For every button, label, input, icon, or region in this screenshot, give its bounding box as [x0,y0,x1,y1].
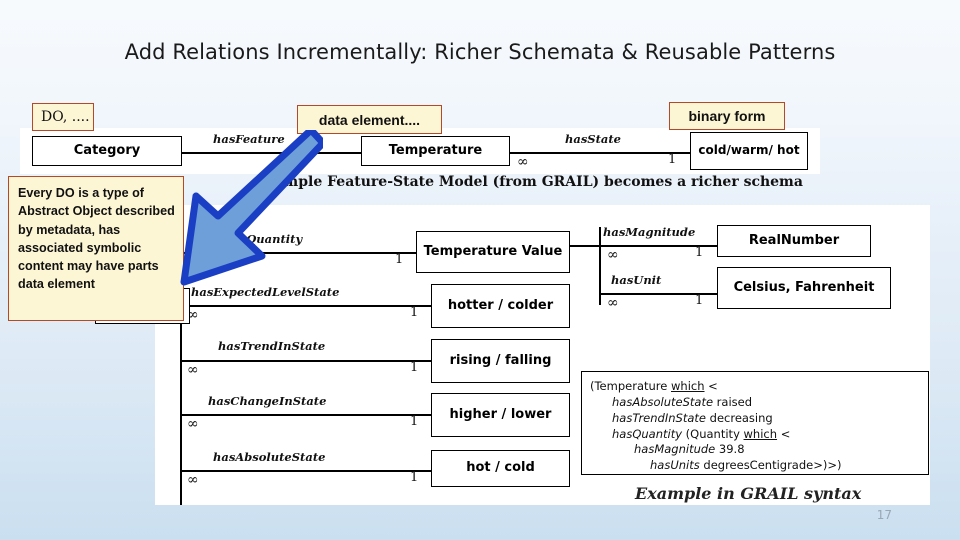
slide-canvas: Add Relations Incrementally: Richer Sche… [0,0,960,540]
edge-has-change-in-state [180,414,431,416]
page-title: Add Relations Incrementally: Richer Sche… [124,40,836,64]
cardinality-has-quantity-target: 1 [395,252,404,267]
node-higher-lower-label: higher / lower [449,406,552,422]
cardinality-has-trend-in-state-source: ∞ [187,362,199,378]
relation-label-has-state: hasState [565,132,621,146]
grail-line4-post: < [777,426,791,441]
edge-has-state [510,152,690,154]
node-category-label: Category [73,142,141,158]
cardinality-has-change-in-state-target: 1 [410,414,419,429]
node-hot-cold: hot / cold [431,450,570,487]
node-higher-lower: higher / lower [431,393,570,437]
node-temperature-value: Temperature Value [416,231,570,273]
relation-label-has-magnitude: hasMagnitude [603,225,696,239]
grail-line-6: hasUnits degreesCentigrade>)>) [590,458,920,474]
node-cold-warm-hot-label: cold/warm/ hot [698,143,800,158]
grail-line-5: hasMagnitude 39.8 [590,442,920,458]
node-real-number-label: RealNumber [748,232,840,248]
node-hotter-colder-label: hotter / colder [447,297,554,313]
grail-line-1: (Temperature which < [590,379,920,395]
page-number: 17 [876,508,892,522]
relation-label-has-unit: hasUnit [611,273,662,287]
callout-binary-form: binary form [669,102,785,130]
node-temperature-label: Temperature [388,142,483,158]
node-real-number: RealNumber [717,225,871,257]
grail-line2-relation: hasAbsoluteState [612,394,714,409]
grail-line-3: hasTrendInState decreasing [590,411,920,427]
grail-line5-relation: hasMagnitude [634,442,716,457]
node-category: Category [32,136,182,166]
grail-line3-value: decreasing [705,410,773,425]
node-hotter-colder: hotter / colder [431,284,570,328]
grail-line1-which: which [671,379,705,393]
cardinality-has-state-target: 1 [668,152,677,167]
node-rising-falling-label: rising / falling [449,352,552,368]
grail-line6-value: degreesCentigrade>)>) [699,458,842,473]
relation-label-has-change-in-state: hasChangeInState [208,394,327,408]
node-celsius-fahrenheit-label: Celsius, Fahrenheit [733,279,875,295]
cardinality-has-unit-source: ∞ [607,295,619,311]
node-rising-falling: rising / falling [431,339,570,383]
cardinality-has-state-source: ∞ [517,154,529,170]
grail-line4-relation: hasQuantity [612,426,683,441]
node-cold-warm-hot: cold/warm/ hot [690,132,808,170]
caption-grail-example: Example in GRAIL syntax [635,484,862,503]
cardinality-has-magnitude-target: 1 [695,245,704,260]
cardinality-has-absolute-state-source: ∞ [187,472,199,488]
grail-line-2: hasAbsoluteState raised [590,395,920,411]
callout-binary-form-label: binary form [688,108,766,124]
grail-line3-relation: hasTrendInState [612,410,706,425]
grail-line-4: hasQuantity (Quantity which < [590,427,920,443]
grail-syntax-box: (Temperature which < hasAbsoluteState ra… [581,371,929,475]
callout-data-element-label: data element.... [318,111,421,128]
cardinality-has-absolute-state-target: 1 [410,470,419,485]
relation-label-has-trend-in-state: hasTrendInState [218,339,326,353]
grail-line6-relation: hasUnits [650,458,700,473]
callout-every-do-text: Every DO is a type of Abstract Object de… [18,186,175,292]
edge-has-trend-in-state [180,360,431,362]
callout-do: DO, .... [32,103,94,131]
edge-has-absolute-state [180,470,431,472]
callout-every-do: Every DO is a type of Abstract Object de… [8,176,184,321]
node-hot-cold-label: hot / cold [466,460,535,476]
grail-line5-value: 39.8 [715,442,745,457]
node-celsius-fahrenheit: Celsius, Fahrenheit [717,267,891,309]
grail-line2-value: raised [713,394,753,409]
grail-line4-which: which [743,426,778,441]
caption-simple-model: Simple Feature-State Model (from GRAIL) … [268,174,803,190]
grail-line4-mid: (Quantity [682,426,744,441]
cardinality-has-change-in-state-source: ∞ [187,416,199,432]
cardinality-has-magnitude-source: ∞ [607,247,619,263]
grail-line1-pre: (Temperature [590,379,671,393]
cardinality-has-trend-in-state-target: 1 [410,360,419,375]
grail-line1-post: < [704,379,718,393]
callout-do-label: DO, .... [41,109,90,125]
node-temperature-value-label: Temperature Value [423,243,563,259]
blue-arrow-icon [180,130,323,286]
edge-has-expected-level-state [180,305,431,307]
node-temperature: Temperature [361,136,510,166]
edge-tv-to-right [570,245,600,247]
relation-label-has-absolute-state: hasAbsoluteState [213,450,326,464]
cardinality-has-expected-level-state-target: 1 [410,305,419,320]
top-diagram-panel: Category hasFeature Temperature hasState… [20,128,820,174]
cardinality-has-unit-target: 1 [695,293,704,308]
